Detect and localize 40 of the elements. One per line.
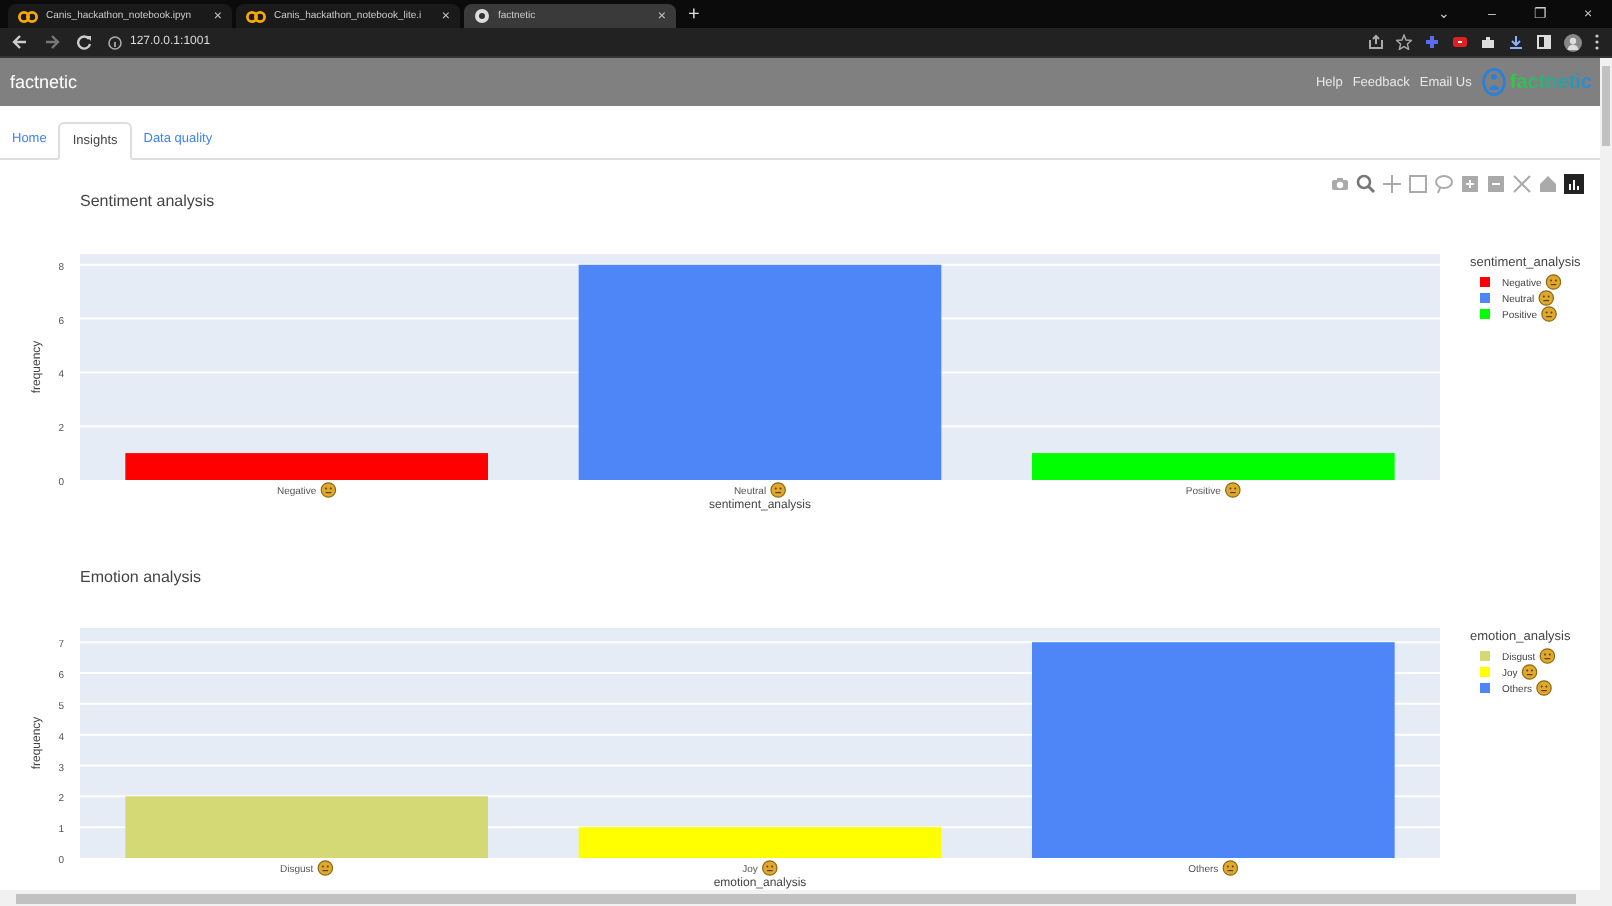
kebab-menu-icon[interactable] — [1594, 34, 1600, 50]
horizontal-scrollbar[interactable] — [0, 890, 1612, 906]
vertical-scrollbar[interactable] — [1600, 58, 1612, 890]
puzzle-icon[interactable] — [1480, 34, 1496, 50]
neutral-face-icon — [317, 860, 334, 876]
autoscale-icon[interactable] — [1512, 174, 1532, 194]
neutral-face-icon — [1222, 860, 1239, 876]
logo-text: factnetic — [1509, 71, 1592, 93]
neutral-face-icon — [770, 482, 786, 498]
zoom-in-icon[interactable] — [1460, 174, 1480, 194]
pan-icon[interactable] — [1382, 174, 1402, 194]
scroll-thumb[interactable] — [16, 893, 1576, 903]
info-icon — [108, 35, 122, 49]
chart-title: Emotion analysis — [78, 568, 203, 590]
zoom-icon[interactable] — [1356, 174, 1376, 194]
camera-icon[interactable] — [1330, 174, 1350, 194]
person-circle-logo-icon — [1481, 68, 1506, 96]
box-select-icon[interactable] — [1408, 174, 1428, 194]
chart-title: Sentiment analysis — [78, 192, 217, 214]
forward-arrow-icon[interactable] — [44, 34, 60, 50]
neutral-face-icon — [320, 482, 337, 498]
rings-icon — [246, 9, 266, 23]
share-icon[interactable] — [1368, 34, 1384, 50]
rings-icon — [18, 9, 38, 23]
video-icon[interactable] — [1452, 34, 1468, 50]
download-icon[interactable] — [1508, 34, 1524, 50]
reload-icon[interactable] — [76, 34, 92, 50]
lasso-icon[interactable] — [1434, 174, 1454, 194]
back-arrow-icon[interactable] — [12, 34, 28, 50]
scroll-thumb[interactable] — [1602, 66, 1610, 146]
neutral-face-icon — [762, 860, 778, 876]
neutral-face-icon — [1225, 482, 1241, 498]
bar-chart-logo-icon[interactable] — [1564, 174, 1584, 194]
zoom-out-icon[interactable] — [1486, 174, 1506, 194]
star-icon[interactable] — [1396, 34, 1412, 50]
plus-icon[interactable] — [1424, 34, 1440, 50]
avatar-icon[interactable] — [1564, 33, 1582, 51]
app-title: factnetic — [10, 72, 78, 92]
new-tab-button[interactable]: + — [680, 4, 708, 28]
sidebar-icon[interactable] — [1536, 34, 1552, 50]
